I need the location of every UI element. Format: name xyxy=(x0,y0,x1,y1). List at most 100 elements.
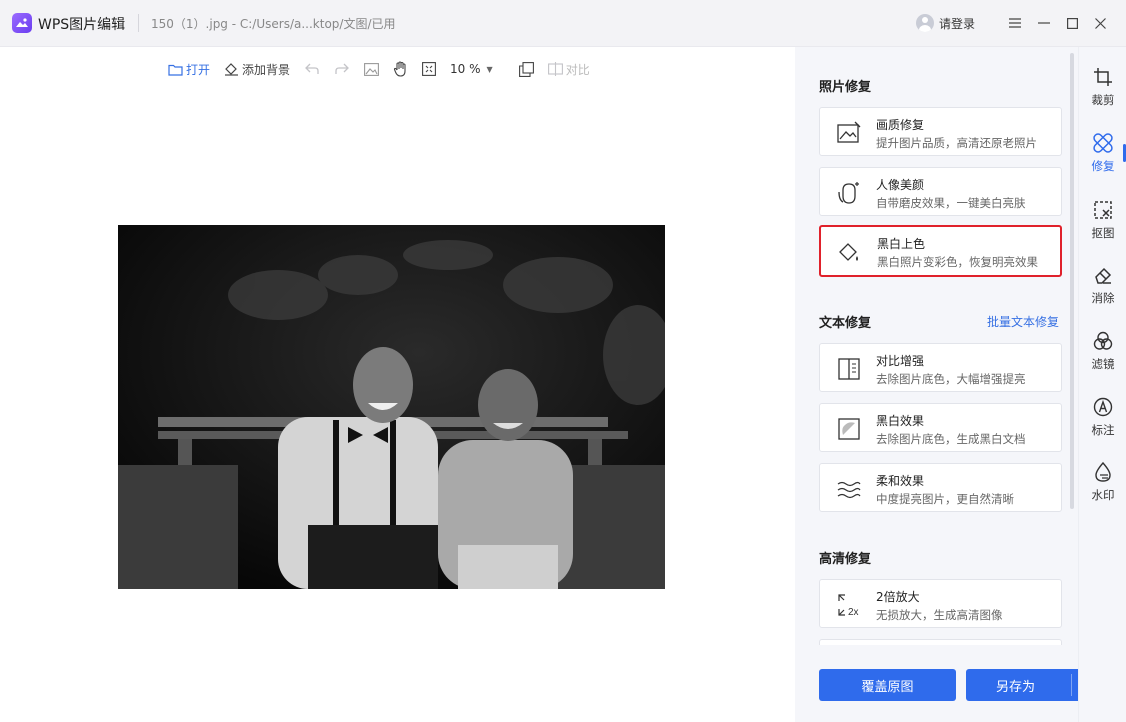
card-title: 2倍放大 xyxy=(876,590,920,604)
rail-item-annotate[interactable]: 标注 xyxy=(1079,395,1126,445)
repair-icon xyxy=(1093,133,1113,153)
copy-button[interactable] xyxy=(518,61,534,77)
avatar-icon xyxy=(916,14,934,32)
rail-label: 消除 xyxy=(1091,291,1115,305)
card-contrast[interactable]: 对比增强 去除图片底色，大幅增强提亮 xyxy=(819,343,1062,392)
svg-text:2x: 2x xyxy=(848,607,859,618)
annotate-icon xyxy=(1093,397,1113,417)
batch-text-repair-link[interactable]: 批量文本修复 xyxy=(987,313,1059,330)
image-button[interactable] xyxy=(364,62,379,76)
redo-button[interactable] xyxy=(334,62,350,76)
close-icon xyxy=(1094,17,1106,29)
card-title: 画质修复 xyxy=(876,118,925,132)
card-bw-effect[interactable]: 黑白效果 去除图片底色，生成黑白文档 xyxy=(819,403,1062,452)
card-desc: 去除图片底色，大幅增强提亮 xyxy=(876,372,1026,386)
image-icon xyxy=(364,62,379,76)
cutout-icon xyxy=(1094,201,1112,219)
undo-icon xyxy=(305,63,319,74)
rail-label: 滤镜 xyxy=(1091,357,1115,371)
card-desc: 黑白照片变彩色，恢复明亮效果 xyxy=(877,255,1038,269)
portrait-beauty-icon xyxy=(838,182,859,204)
rail-item-eraser[interactable]: 消除 xyxy=(1079,263,1126,313)
rail-item-repair[interactable]: 修复 xyxy=(1079,131,1126,181)
overwrite-original-button[interactable]: 覆盖原图 xyxy=(819,669,956,701)
menu-button[interactable] xyxy=(1004,12,1026,34)
rail-item-cutout[interactable]: 抠图 xyxy=(1079,198,1126,248)
rail-item-crop[interactable]: 裁剪 xyxy=(1079,65,1126,115)
rail-item-filter[interactable]: 滤镜 xyxy=(1079,329,1126,379)
crop-icon xyxy=(1094,68,1112,86)
card-title: 人像美颜 xyxy=(876,178,925,192)
card-soft-effect[interactable]: 柔和效果 中度提亮图片，更自然清晰 xyxy=(819,463,1062,512)
rail-item-watermark[interactable]: 水印 xyxy=(1079,460,1126,510)
rail-label: 裁剪 xyxy=(1091,93,1115,107)
card-colorize[interactable]: 黑白上色 黑白照片变彩色，恢复明亮效果 xyxy=(819,225,1062,277)
photo-canvas[interactable] xyxy=(118,225,665,589)
redo-icon xyxy=(335,63,349,74)
title-divider xyxy=(138,14,139,32)
login-label: 请登录 xyxy=(939,16,976,31)
card-title: 对比增强 xyxy=(876,354,925,368)
open-label: 打开 xyxy=(186,62,211,77)
bw-effect-icon xyxy=(838,418,860,440)
rail-label: 修复 xyxy=(1091,159,1115,173)
card-partial xyxy=(819,639,1062,645)
minimize-icon xyxy=(1038,22,1050,24)
caret-down-icon: ▼ xyxy=(486,64,493,74)
paint-bucket-icon xyxy=(225,63,239,76)
pan-button[interactable] xyxy=(393,61,408,77)
editor-toolbar: 打开 添加背景 10 % ▼ 对比 xyxy=(168,58,604,80)
watermark-icon xyxy=(1095,462,1111,482)
maximize-icon xyxy=(1066,17,1078,29)
rail-label: 抠图 xyxy=(1091,226,1115,240)
undo-button[interactable] xyxy=(304,62,320,76)
copy-icon xyxy=(518,61,534,77)
card-upscale-2x[interactable]: 2x 2倍放大 无损放大，生成高清图像 xyxy=(819,579,1062,628)
fit-screen-icon xyxy=(422,62,436,76)
app-logo-icon xyxy=(12,13,32,33)
card-desc: 自带磨皮效果，一键美白亮肤 xyxy=(876,196,1026,210)
card-title: 黑白上色 xyxy=(877,237,926,251)
folder-icon xyxy=(168,64,183,76)
fit-screen-button[interactable] xyxy=(422,62,436,76)
card-desc: 无损放大，生成高清图像 xyxy=(876,608,1003,622)
add-background-label: 添加背景 xyxy=(242,62,291,77)
file-path: 150（1）.jpg - C:/Users/a...ktop/文图/已用 xyxy=(151,17,396,31)
login-button[interactable]: 请登录 xyxy=(916,12,975,34)
tool-rail: 裁剪 修复 抠图 消除 滤镜 标注 水印 xyxy=(1078,47,1126,722)
zoom-select[interactable]: 10 % ▼ xyxy=(450,62,493,76)
card-desc: 中度提亮图片，更自然清晰 xyxy=(876,492,1014,506)
card-portrait-beauty[interactable]: 人像美颜 自带磨皮效果，一键美白亮肤 xyxy=(819,167,1062,216)
card-title: 柔和效果 xyxy=(876,474,925,488)
compare-button[interactable]: 对比 xyxy=(547,61,590,78)
card-title: 黑白效果 xyxy=(876,414,925,428)
card-image-quality[interactable]: 画质修复 提升图片品质，高清还原老照片 xyxy=(819,107,1062,156)
card-desc: 提升图片品质，高清还原老照片 xyxy=(876,136,1037,150)
photo-image xyxy=(118,225,665,589)
open-button[interactable]: 打开 xyxy=(168,61,210,78)
hd-repair-title: 高清修复 xyxy=(819,552,872,567)
upscale-2x-icon: 2x xyxy=(838,594,859,618)
filter-icon xyxy=(1093,331,1113,350)
compare-label: 对比 xyxy=(565,62,590,77)
app-name: WPS图片编辑 xyxy=(38,17,126,33)
image-quality-icon xyxy=(837,121,861,143)
photo-repair-title: 照片修复 xyxy=(819,80,872,95)
contrast-icon xyxy=(838,358,860,380)
maximize-button[interactable] xyxy=(1061,12,1083,34)
repair-panel: 照片修复 画质修复 提升图片品质，高清还原老照片 人像美颜 自带磨皮效果，一键美… xyxy=(795,47,1103,722)
close-button[interactable] xyxy=(1089,12,1111,34)
rail-label: 水印 xyxy=(1091,488,1115,502)
zoom-value: 10 % xyxy=(450,62,481,76)
hamburger-icon xyxy=(1009,18,1021,28)
minimize-button[interactable] xyxy=(1033,12,1055,34)
title-bar: WPS图片编辑 150（1）.jpg - C:/Users/a...ktop/文… xyxy=(0,0,1126,47)
compare-icon xyxy=(547,62,563,76)
panel-scrollbar[interactable] xyxy=(1070,53,1074,509)
add-background-button[interactable]: 添加背景 xyxy=(224,61,290,78)
eraser-icon xyxy=(1095,267,1112,284)
hand-icon xyxy=(393,61,406,77)
colorize-icon xyxy=(839,243,858,261)
card-desc: 去除图片底色，生成黑白文档 xyxy=(876,432,1026,446)
rail-label: 标注 xyxy=(1091,423,1115,437)
